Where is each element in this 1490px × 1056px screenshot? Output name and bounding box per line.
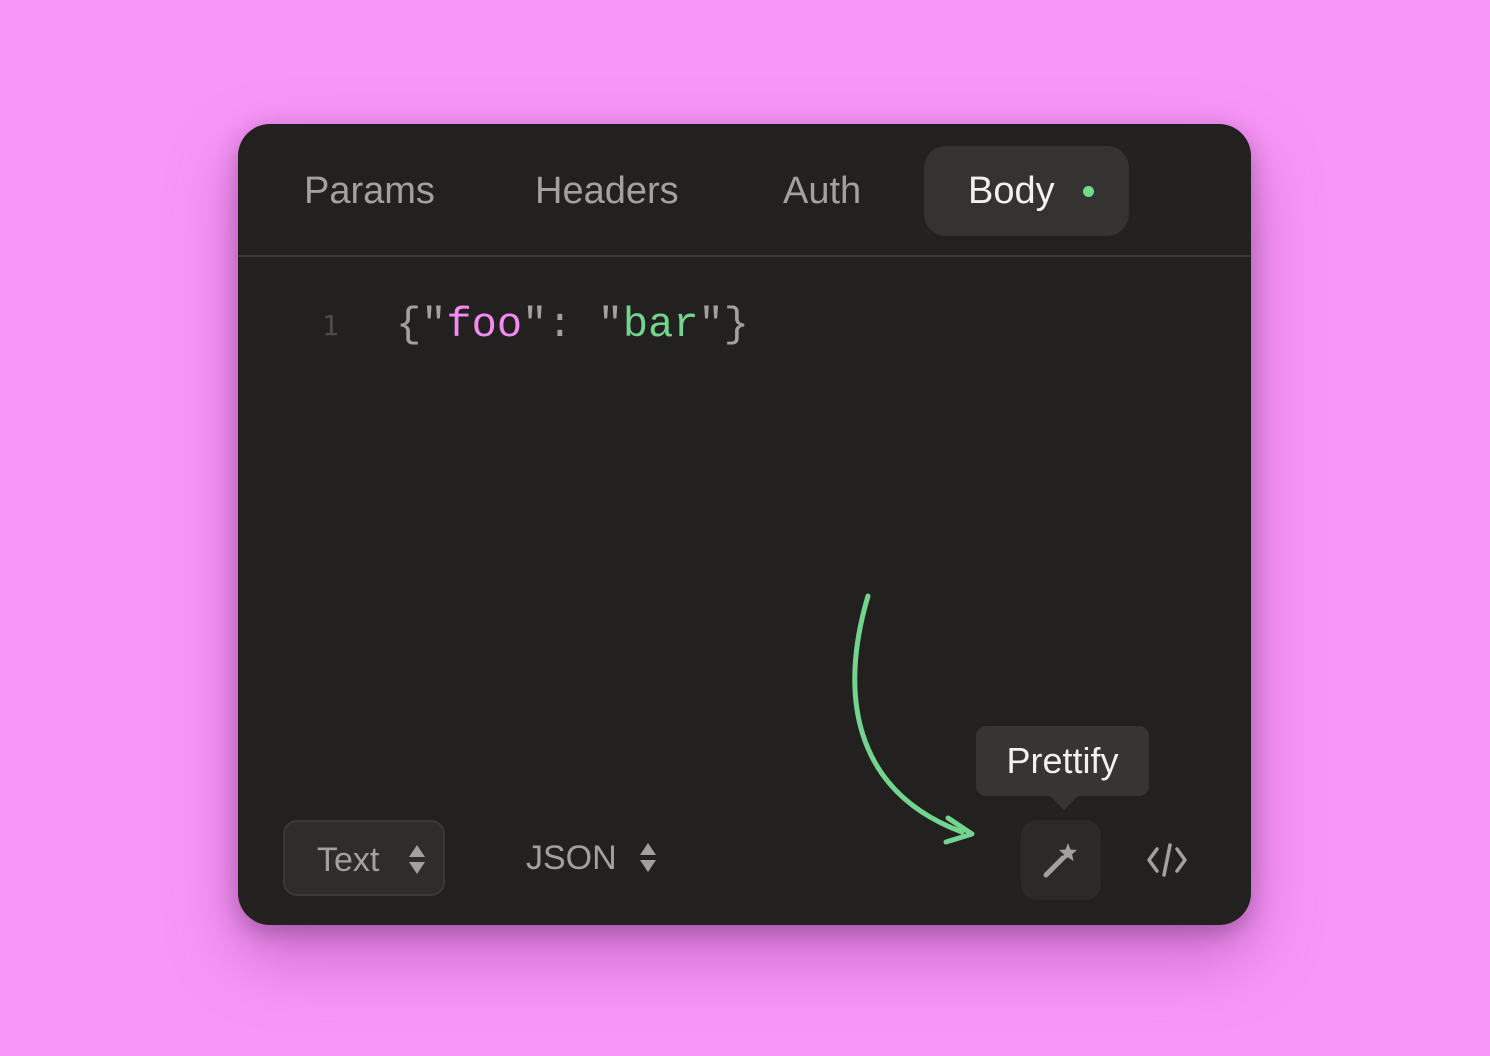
json-key: foo	[446, 301, 523, 349]
tab-headers[interactable]: Headers	[535, 146, 679, 236]
json-quote: "	[522, 301, 548, 349]
tab-bar: Params Headers Auth Body	[238, 124, 1251, 257]
text-mode-label: Text	[317, 841, 380, 879]
line-number: 1	[322, 309, 339, 342]
tab-body[interactable]: Body	[924, 146, 1129, 236]
format-label: JSON	[526, 839, 617, 877]
tooltip-pointer	[1050, 796, 1078, 810]
prettify-tooltip: Prettify	[976, 726, 1149, 796]
code-editor[interactable]: 1 {"foo": "bar"}	[238, 257, 1251, 797]
code-line[interactable]: {"foo": "bar"}	[396, 297, 749, 353]
json-quote: "	[698, 301, 724, 349]
tab-body-label: Body	[968, 170, 1055, 212]
magic-wand-icon	[1043, 843, 1077, 878]
tab-auth[interactable]: Auth	[783, 146, 861, 236]
tab-params[interactable]: Params	[304, 146, 435, 236]
json-brace-close: }	[723, 301, 749, 349]
text-mode-select[interactable]: Text	[283, 820, 445, 896]
format-select[interactable]: JSON	[524, 820, 674, 896]
body-indicator-dot	[1083, 186, 1094, 197]
json-brace-open: {	[396, 301, 422, 349]
prettify-button[interactable]	[1021, 820, 1101, 900]
updown-chevron-icon	[640, 842, 656, 874]
json-colon: :	[547, 301, 598, 349]
request-panel: Params Headers Auth Body 1 {"foo": "bar"…	[238, 124, 1251, 925]
json-quote: "	[597, 301, 623, 349]
json-quote: "	[421, 301, 447, 349]
json-value: bar	[622, 301, 699, 349]
code-view-button[interactable]	[1127, 820, 1207, 900]
code-brackets-icon	[1147, 843, 1187, 877]
editor-toolbar: Text JSON	[238, 820, 1251, 900]
updown-chevron-icon	[409, 844, 425, 876]
